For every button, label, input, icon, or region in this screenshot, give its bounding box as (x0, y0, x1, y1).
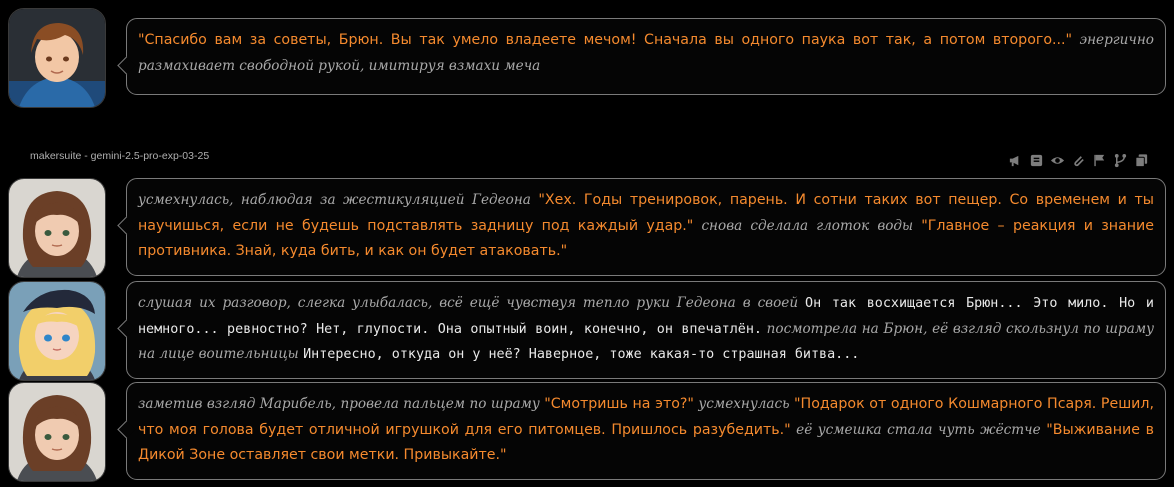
narration-text: заметив взгляд Марибель, провела пальцем… (138, 396, 545, 412)
eye-icon[interactable] (1050, 153, 1065, 168)
avatar-brun[interactable] (8, 178, 106, 278)
flag-icon[interactable] (1092, 153, 1107, 168)
narration-text: её усмешка стала чуть жёстче (790, 421, 1047, 438)
branch-icon[interactable] (1113, 153, 1128, 168)
message-bubble: усмехнулась, наблюдая за жестикуляцией Г… (126, 178, 1166, 276)
copy-icon[interactable] (1134, 153, 1149, 168)
quote-text: "Смотришь на это?" (544, 396, 694, 412)
narration-text: усмехнулась (693, 396, 794, 412)
model-label: makersuite - gemini-2.5-pro-exp-03-25 (30, 150, 210, 162)
message-bubble: заметив взгляд Марибель, провела пальцем… (126, 382, 1166, 480)
narration-text: слушая их разговор, слегка улыбалась, вс… (138, 295, 806, 311)
paperclip-icon[interactable] (1071, 153, 1086, 168)
avatar-gedeon[interactable] (8, 8, 106, 108)
message-bubble: слушая их разговор, слегка улыбалась, вс… (126, 281, 1166, 379)
narration-text: усмехнулась, наблюдая за жестикуляцией Г… (138, 192, 539, 208)
avatar-maribel[interactable] (8, 281, 106, 381)
thought-text: Интересно, откуда он у неё? Наверное, то… (303, 347, 860, 362)
message-toolbar (1008, 152, 1149, 168)
quote-text: "Спасибо вам за советы, Брюн. Вы так уме… (138, 32, 1073, 48)
message-bubble: "Спасибо вам за советы, Брюн. Вы так уме… (126, 18, 1166, 95)
megaphone-icon[interactable] (1008, 153, 1023, 168)
narration-text: снова сделала глоток воды (693, 217, 922, 234)
avatar-brun[interactable] (8, 382, 106, 482)
message-icon[interactable] (1029, 153, 1044, 168)
